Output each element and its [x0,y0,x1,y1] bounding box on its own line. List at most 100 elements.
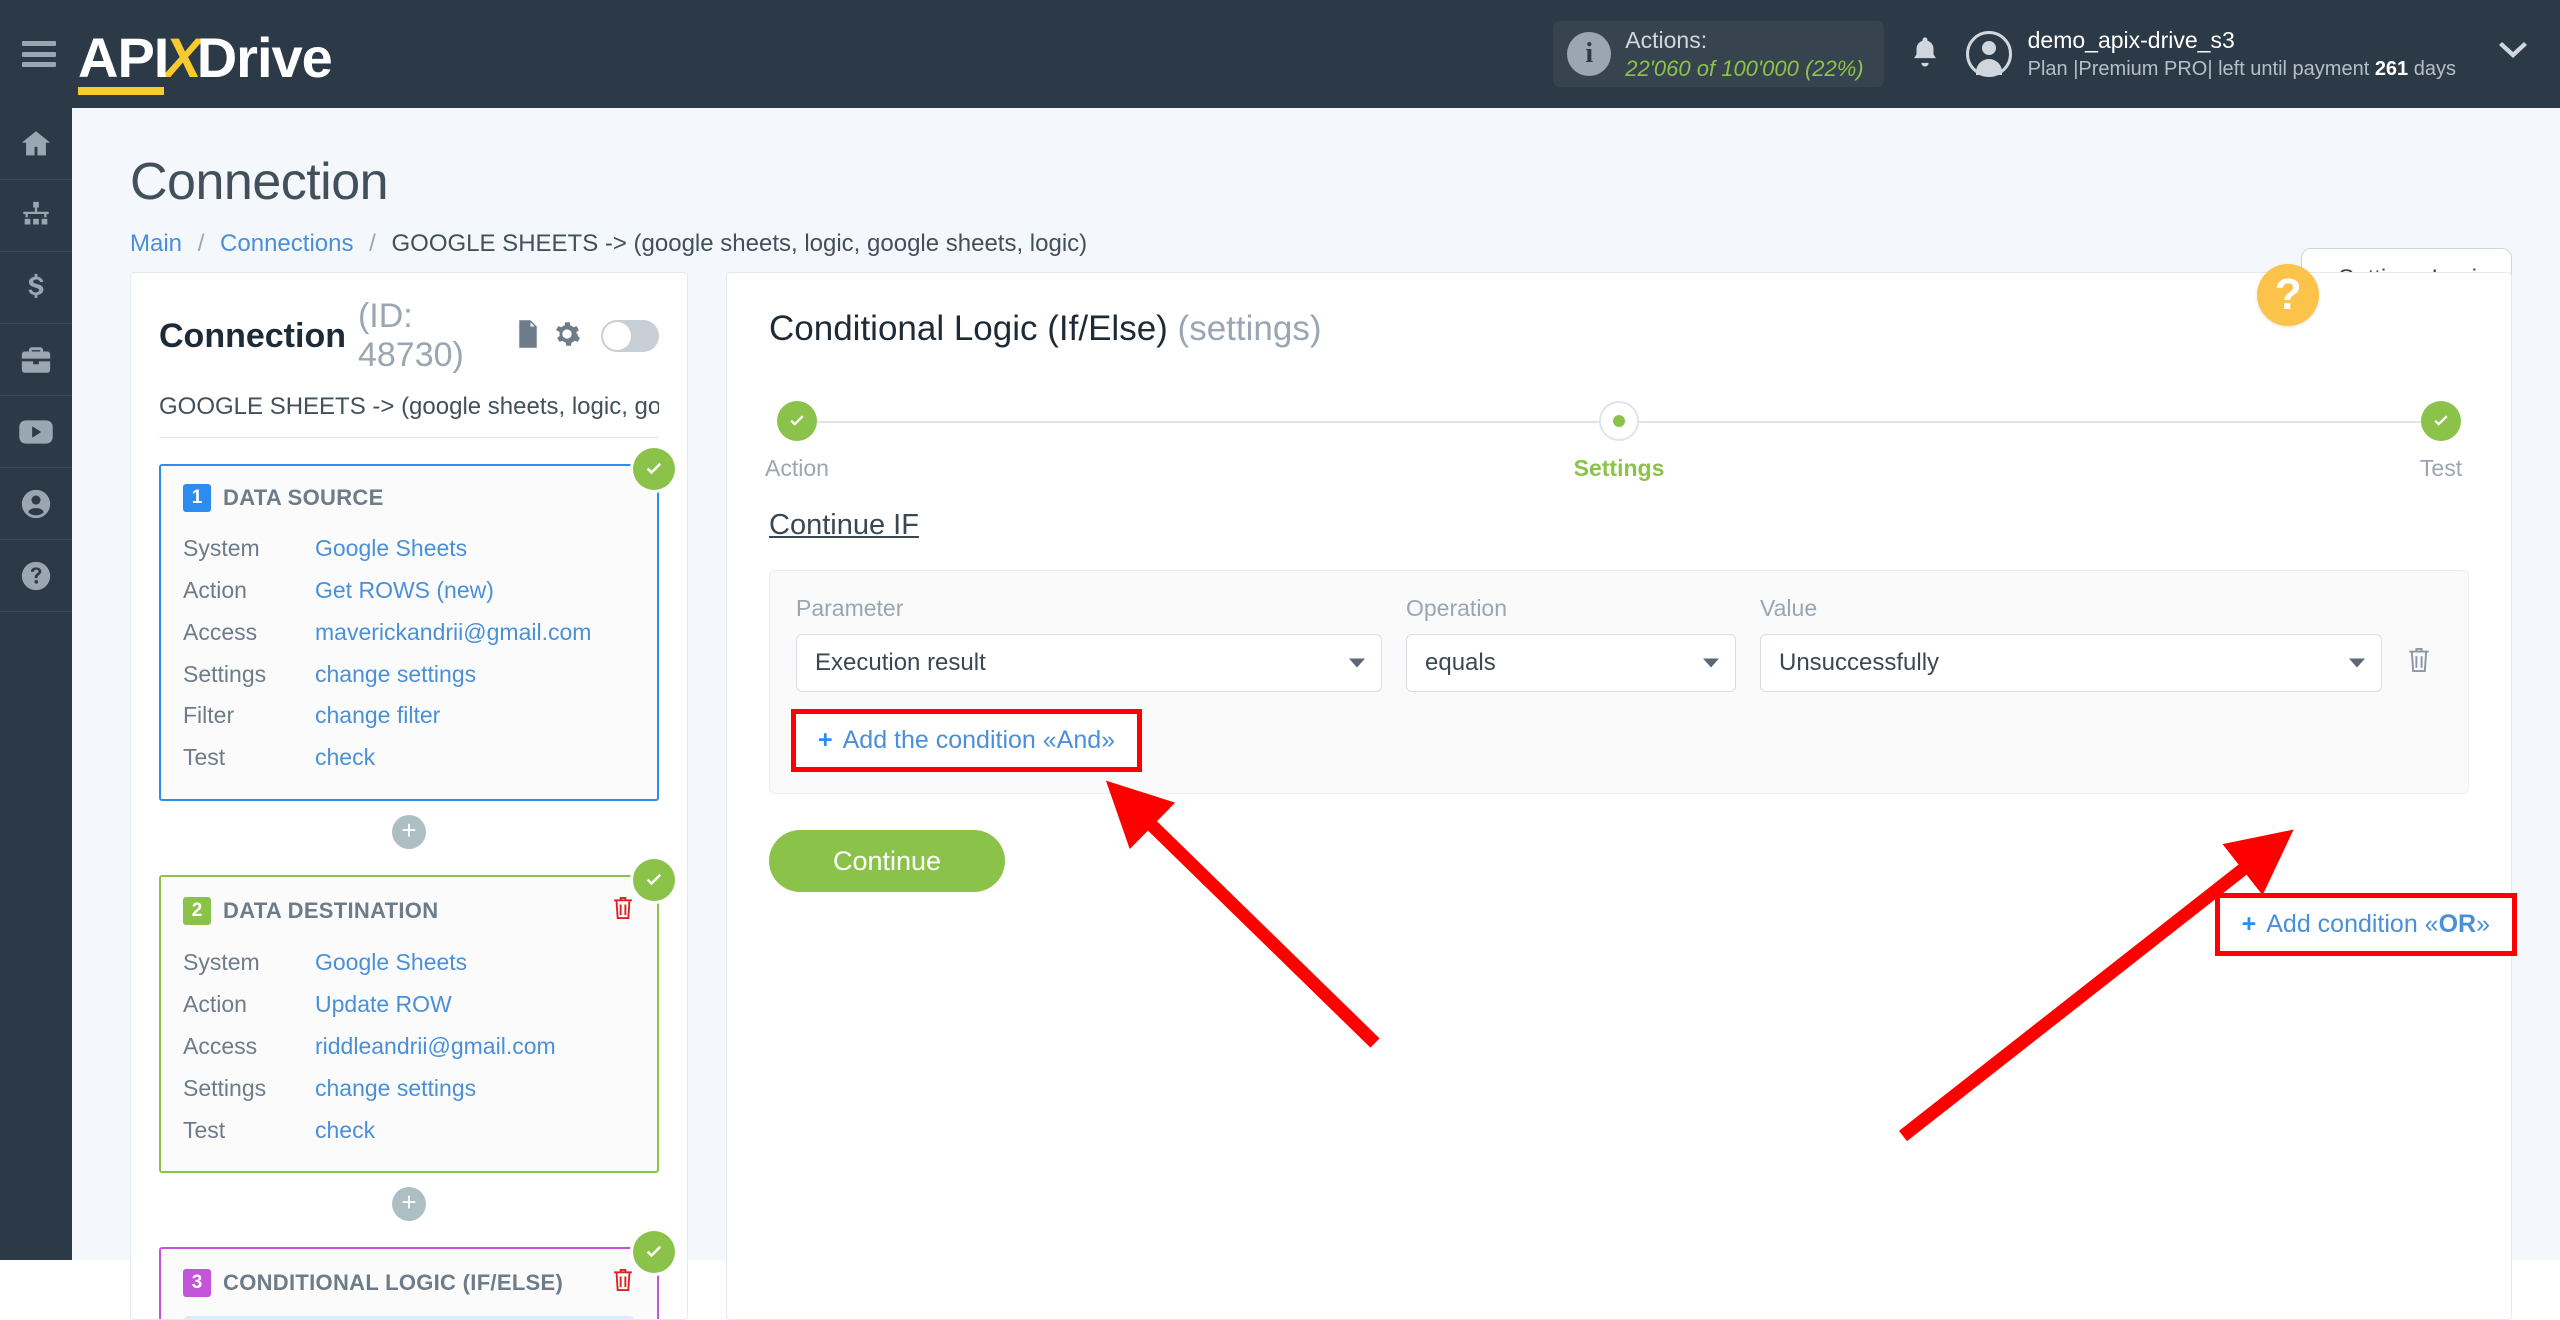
step-1-status-check-icon [633,448,675,490]
field-value[interactable]: Google Sheets [315,528,467,570]
rail-item-connections[interactable] [0,180,72,252]
field-value[interactable]: Get ROWS (new) [315,570,494,612]
add-or-highlight: +Add condition «OR» [2220,898,2512,951]
info-icon: i [1567,32,1611,76]
field-key: Action [183,570,315,612]
parameter-value: Execution result [815,649,986,677]
add-step-connector-2: + [159,1187,659,1221]
field-row: Filter change filter [183,695,635,737]
add-or-label-bold: OR [2439,910,2477,938]
field-row: Action Get ROWS (new) [183,570,635,612]
user-menu[interactable]: demo_apix-drive_s3 Plan |Premium PRO| le… [1966,26,2456,82]
rail-item-help[interactable] [0,540,72,612]
field-value[interactable]: riddleandrii@gmail.com [315,1026,556,1068]
settings-panel: Conditional Logic (If/Else) (settings) A… [726,272,2512,1320]
actions-quota-pill[interactable]: i Actions: 22'060 of 100'000 (22%) [1553,21,1883,87]
add-step-button[interactable]: + [392,1187,426,1221]
user-plan-days: 261 [2375,58,2408,80]
connection-enable-toggle[interactable] [601,320,659,352]
step-head-3: 3 CONDITIONAL LOGIC (IF/ELSE) [183,1267,635,1298]
rail-item-business[interactable] [0,324,72,396]
user-name: demo_apix-drive_s3 [2028,26,2456,56]
step-3-status-check-icon [633,1231,675,1273]
value-select[interactable]: Unsuccessfully [1760,634,2382,692]
field-key: System [183,528,315,570]
step-card-data-destination: 2 DATA DESTINATION System Google Sheets … [159,875,659,1173]
add-step-button[interactable]: + [392,815,426,849]
step-box-2[interactable]: 2 DATA DESTINATION System Google Sheets … [159,875,659,1173]
field-key: Test [183,1110,315,1152]
step-box-3[interactable]: 3 CONDITIONAL LOGIC (IF/ELSE) This condi… [159,1247,659,1320]
step-2-status-check-icon [633,859,675,901]
stepper-dot-settings [1599,401,1639,441]
plus-icon: + [2242,910,2257,938]
stepper-label-action: Action [737,455,857,482]
rail-item-home[interactable] [0,108,72,180]
chevron-down-icon [1349,659,1365,668]
field-value[interactable]: Google Sheets [315,942,467,984]
field-row: Action Update ROW [183,984,635,1026]
page-header: Connection Main / Connections / GOOGLE S… [72,108,2560,258]
condition-group: Parameter Execution result Operation equ… [769,570,2469,794]
rail-item-profile[interactable] [0,468,72,540]
field-value[interactable]: change settings [315,654,476,696]
step-3-note: This condition will be triggered if the … [183,1316,635,1320]
step-head-1: 1 DATA SOURCE [183,484,635,512]
hamburger-icon[interactable] [22,41,56,67]
actions-label: Actions: [1625,26,1863,55]
settings-stepper: Action Settings Test [777,401,2461,479]
connection-title-row: Connection (ID: 48730) [159,297,659,375]
settings-title: Conditional Logic (If/Else) (settings) [769,309,2469,349]
breadcrumb-main[interactable]: Main [130,230,182,257]
stepper-node-action[interactable]: Action [737,401,857,482]
field-row: Access riddleandrii@gmail.com [183,1026,635,1068]
continue-if-heading[interactable]: Continue IF [769,509,919,542]
apixdrive-logo[interactable]: API X Drive [78,19,332,89]
page-title: Connection [130,152,2560,212]
left-rail [0,108,72,1260]
stepper-node-test[interactable]: Test [2381,401,2501,482]
value-value: Unsuccessfully [1779,649,1939,677]
field-value[interactable]: change filter [315,695,440,737]
stepper-dot-test [2421,401,2461,441]
field-key: Settings [183,1068,315,1110]
step-card-data-source: 1 DATA SOURCE System Google Sheets Actio… [159,464,659,801]
chevron-down-icon[interactable] [2496,41,2530,68]
rail-item-video[interactable] [0,396,72,468]
delete-step-2-icon[interactable] [611,895,635,926]
field-value[interactable]: check [315,1110,375,1152]
field-value[interactable]: check [315,737,375,779]
stepper-node-settings[interactable]: Settings [1559,401,1679,482]
value-label: Value [1760,595,2382,622]
field-key: Settings [183,654,315,696]
field-value[interactable]: change settings [315,1068,476,1110]
step-box-1[interactable]: 1 DATA SOURCE System Google Sheets Actio… [159,464,659,801]
field-key: Access [183,612,315,654]
field-value[interactable]: maverickandrii@gmail.com [315,612,591,654]
continue-button[interactable]: Continue [769,830,1005,892]
step-label-3: CONDITIONAL LOGIC (IF/ELSE) [223,1270,563,1296]
bell-icon[interactable] [1910,35,1940,74]
connection-title: Connection [159,317,346,356]
delete-condition-icon[interactable] [2406,645,2432,680]
add-condition-and-button[interactable]: +Add the condition «And» [796,714,1137,767]
add-condition-or-button[interactable]: +Add condition «OR» [2220,898,2512,951]
parameter-select[interactable]: Execution result [796,634,1382,692]
connection-subtitle: GOOGLE SHEETS -> (google sheets, logic, … [159,393,659,438]
field-key: Action [183,984,315,1026]
step-label-2: DATA DESTINATION [223,898,438,924]
page-body: Connection Main / Connections / GOOGLE S… [72,108,2560,1260]
field-key: System [183,942,315,984]
avatar [1966,31,2012,77]
breadcrumb-connections[interactable]: Connections [220,230,353,257]
stepper-label-test: Test [2381,455,2501,482]
gear-icon[interactable] [553,320,581,353]
rail-item-billing[interactable] [0,252,72,324]
field-value[interactable]: Update ROW [315,984,452,1026]
document-icon[interactable] [515,319,541,354]
operation-select[interactable]: equals [1406,634,1736,692]
value-field: Value Unsuccessfully [1760,595,2382,692]
delete-step-3-icon[interactable] [611,1267,635,1298]
add-or-label-suffix: » [2476,910,2490,938]
chevron-down-icon [1703,659,1719,668]
